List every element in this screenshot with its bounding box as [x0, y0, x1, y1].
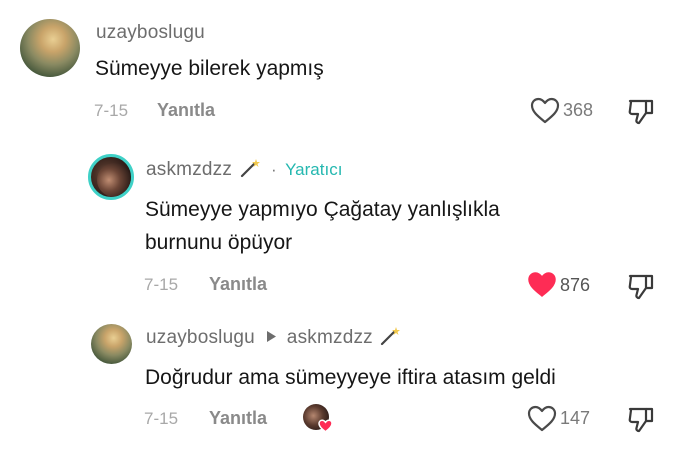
- reply-button[interactable]: Yanıtla: [209, 274, 267, 295]
- comment-date: 7-15: [94, 101, 129, 120]
- comment-username[interactable]: uzayboslugu: [96, 22, 205, 44]
- reply-username[interactable]: askmzdzz: [146, 159, 232, 180]
- play-arrow-icon: [267, 331, 277, 342]
- dislike-button[interactable]: [626, 404, 656, 434]
- magic-wand-icon: [239, 158, 261, 178]
- reply-header: askmzdzz · Yaratıcı: [146, 158, 342, 182]
- like-count: 876: [560, 275, 591, 295]
- thumbs-down-icon: [626, 271, 656, 301]
- heart-icon: [530, 97, 560, 124]
- like-button[interactable]: 147: [527, 403, 597, 433]
- reply-to-username[interactable]: askmzdzz: [287, 327, 373, 348]
- avatar[interactable]: [20, 19, 80, 77]
- magic-wand-icon: [379, 326, 401, 346]
- like-count: 368: [563, 100, 594, 120]
- creator-avatar[interactable]: [88, 154, 134, 200]
- reply-button[interactable]: Yanıtla: [209, 408, 267, 429]
- creator-liked-avatar: [303, 404, 333, 434]
- like-count: 147: [560, 408, 591, 428]
- heart-icon: [527, 271, 557, 298]
- nested-reply-header: uzayboslugu askmzdzz: [146, 326, 401, 349]
- heart-icon: [527, 405, 557, 432]
- nested-reply-date: 7-15: [144, 409, 179, 428]
- like-button[interactable]: 876: [527, 270, 602, 300]
- reply-button[interactable]: Yanıtla: [157, 100, 215, 121]
- dislike-button[interactable]: [626, 96, 656, 126]
- like-button[interactable]: 368: [530, 95, 600, 125]
- comment-text: Sümeyye bilerek yapmış: [95, 57, 324, 80]
- reply-text-line2: burnunu öpüyor: [145, 231, 293, 254]
- nested-reply-text: Doğrudur ama sümeyyeye iftira atasım gel…: [145, 366, 556, 389]
- reply-text-line1: Sümeyye yapmıyo Çağatay yanlışlıkla: [145, 198, 500, 221]
- avatar[interactable]: [91, 324, 132, 364]
- reply-date: 7-15: [144, 275, 179, 294]
- creator-badge: Yaratıcı: [285, 160, 343, 179]
- thumbs-down-icon: [626, 96, 656, 126]
- dislike-button[interactable]: [626, 271, 656, 301]
- nested-reply-username[interactable]: uzayboslugu: [146, 327, 255, 348]
- separator-dot: ·: [270, 160, 277, 179]
- heart-icon: [318, 419, 333, 433]
- thumbs-down-icon: [626, 404, 656, 434]
